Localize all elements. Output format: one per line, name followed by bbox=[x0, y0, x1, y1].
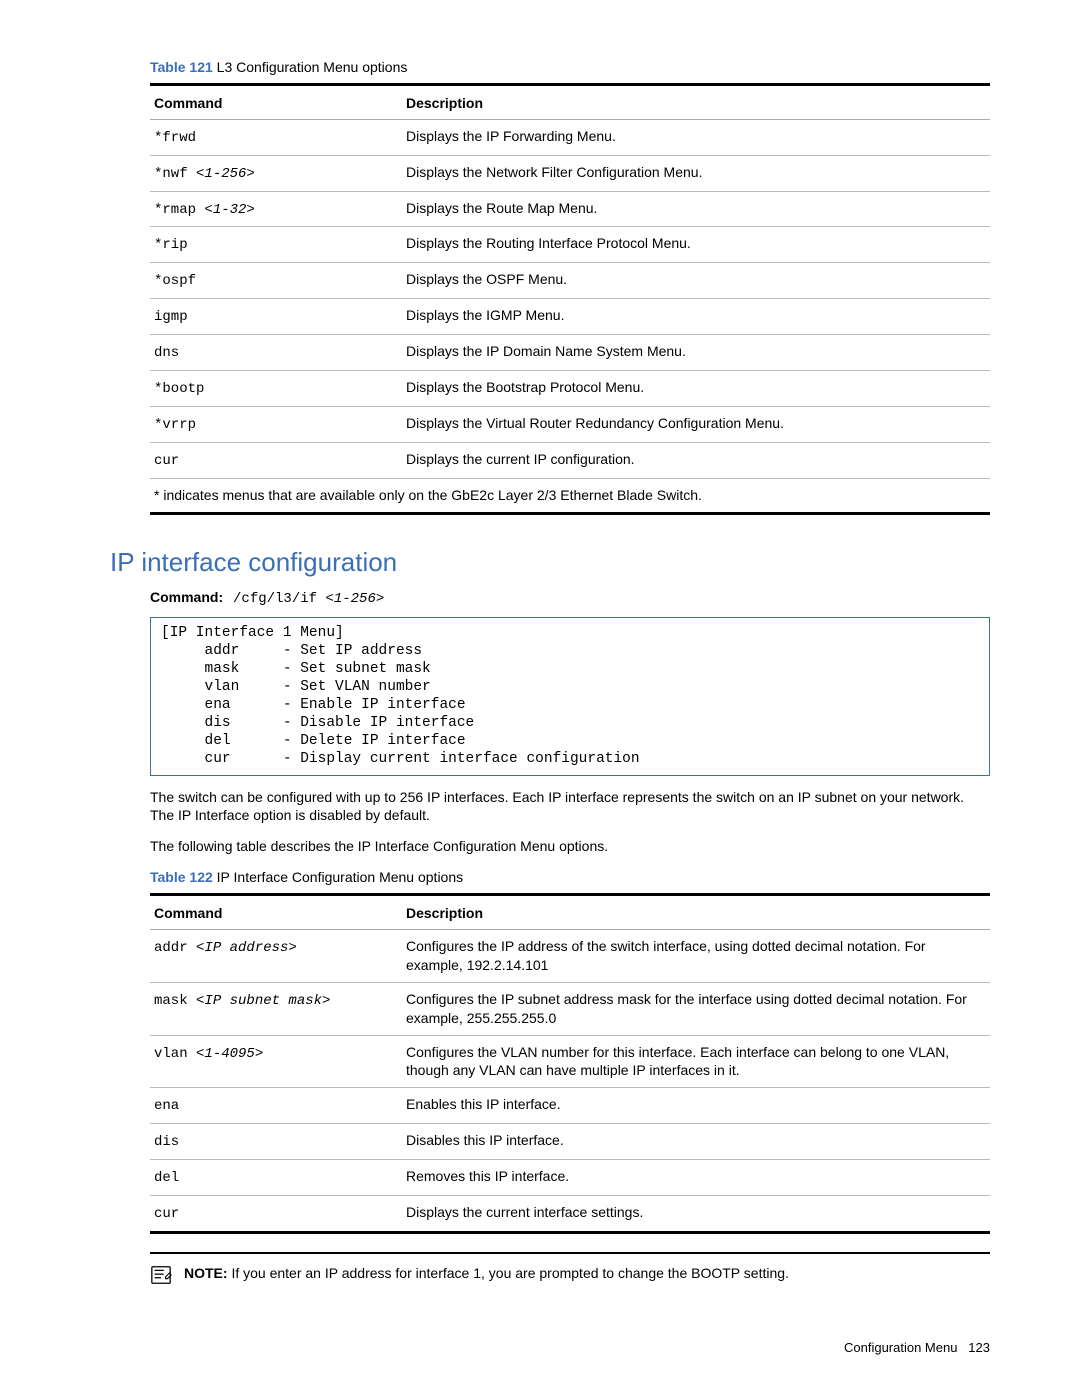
table-row: curDisplays the current IP configuration… bbox=[150, 442, 990, 478]
table-121-title: L3 Configuration Menu options bbox=[217, 59, 408, 75]
table-row: addr <IP address>Configures the IP addre… bbox=[150, 930, 990, 983]
page: Table 121 L3 Configuration Menu options … bbox=[0, 0, 1080, 1397]
table-122-prefix: Table 122 bbox=[150, 869, 213, 885]
footer-section: Configuration Menu bbox=[844, 1340, 957, 1355]
menu-output-box: [IP Interface 1 Menu] addr - Set IP addr… bbox=[150, 617, 990, 776]
command-line: Command: /cfg/l3/if <1-256> bbox=[150, 588, 990, 609]
note-block: NOTE: If you enter an IP address for int… bbox=[150, 1252, 990, 1286]
page-footer: Configuration Menu 123 bbox=[844, 1339, 990, 1357]
section-heading: IP interface configuration bbox=[110, 545, 990, 580]
footer-page: 123 bbox=[968, 1340, 990, 1355]
table-row: *frwdDisplays the IP Forwarding Menu. bbox=[150, 119, 990, 155]
table-row: *ripDisplays the Routing Interface Proto… bbox=[150, 227, 990, 263]
table-row: *ospfDisplays the OSPF Menu. bbox=[150, 263, 990, 299]
table-122-caption: Table 122 IP Interface Configuration Men… bbox=[150, 868, 990, 887]
table-row: igmpDisplays the IGMP Menu. bbox=[150, 299, 990, 335]
table-122-head-cmd: Command bbox=[150, 895, 402, 930]
section-body: Command: /cfg/l3/if <1-256> [IP Interfac… bbox=[150, 588, 990, 1286]
table-row: delRemoves this IP interface. bbox=[150, 1160, 990, 1196]
command-label: Command: bbox=[150, 589, 223, 605]
table-122-head-desc: Description bbox=[402, 895, 990, 930]
table-row: *vrrpDisplays the Virtual Router Redunda… bbox=[150, 406, 990, 442]
table-122: Command Description addr <IP address>Con… bbox=[150, 893, 990, 1234]
table-row: *nwf <1-256>Displays the Network Filter … bbox=[150, 155, 990, 191]
table-121: Command Description *frwdDisplays the IP… bbox=[150, 83, 990, 515]
command-arg: <1-256> bbox=[325, 591, 384, 607]
table-121-head-cmd: Command bbox=[150, 84, 402, 119]
table-row: disDisables this IP interface. bbox=[150, 1124, 990, 1160]
table-row: dnsDisplays the IP Domain Name System Me… bbox=[150, 335, 990, 371]
table-row: *rmap <1-32>Displays the Route Map Menu. bbox=[150, 191, 990, 227]
table-row: curDisplays the current interface settin… bbox=[150, 1196, 990, 1233]
table-121-block: Table 121 L3 Configuration Menu options … bbox=[150, 58, 990, 515]
paragraph-2: The following table describes the IP Int… bbox=[150, 837, 990, 856]
table-121-footnote: * indicates menus that are available onl… bbox=[150, 478, 990, 513]
note-body: If you enter an IP address for interface… bbox=[231, 1265, 788, 1281]
table-row: *bootpDisplays the Bootstrap Protocol Me… bbox=[150, 371, 990, 407]
table-121-head-desc: Description bbox=[402, 84, 990, 119]
table-row: vlan <1-4095>Configures the VLAN number … bbox=[150, 1035, 990, 1088]
note-icon bbox=[150, 1264, 172, 1286]
table-122-title: IP Interface Configuration Menu options bbox=[217, 869, 463, 885]
note-label: NOTE: bbox=[184, 1265, 228, 1281]
table-row: * indicates menus that are available onl… bbox=[150, 478, 990, 513]
table-121-prefix: Table 121 bbox=[150, 59, 213, 75]
note-text: NOTE: If you enter an IP address for int… bbox=[184, 1264, 789, 1283]
command-path: /cfg/l3/if bbox=[233, 591, 325, 607]
table-row: enaEnables this IP interface. bbox=[150, 1088, 990, 1124]
paragraph-1: The switch can be configured with up to … bbox=[150, 788, 990, 826]
table-121-caption: Table 121 L3 Configuration Menu options bbox=[150, 58, 990, 77]
table-row: mask <IP subnet mask>Configures the IP s… bbox=[150, 982, 990, 1035]
